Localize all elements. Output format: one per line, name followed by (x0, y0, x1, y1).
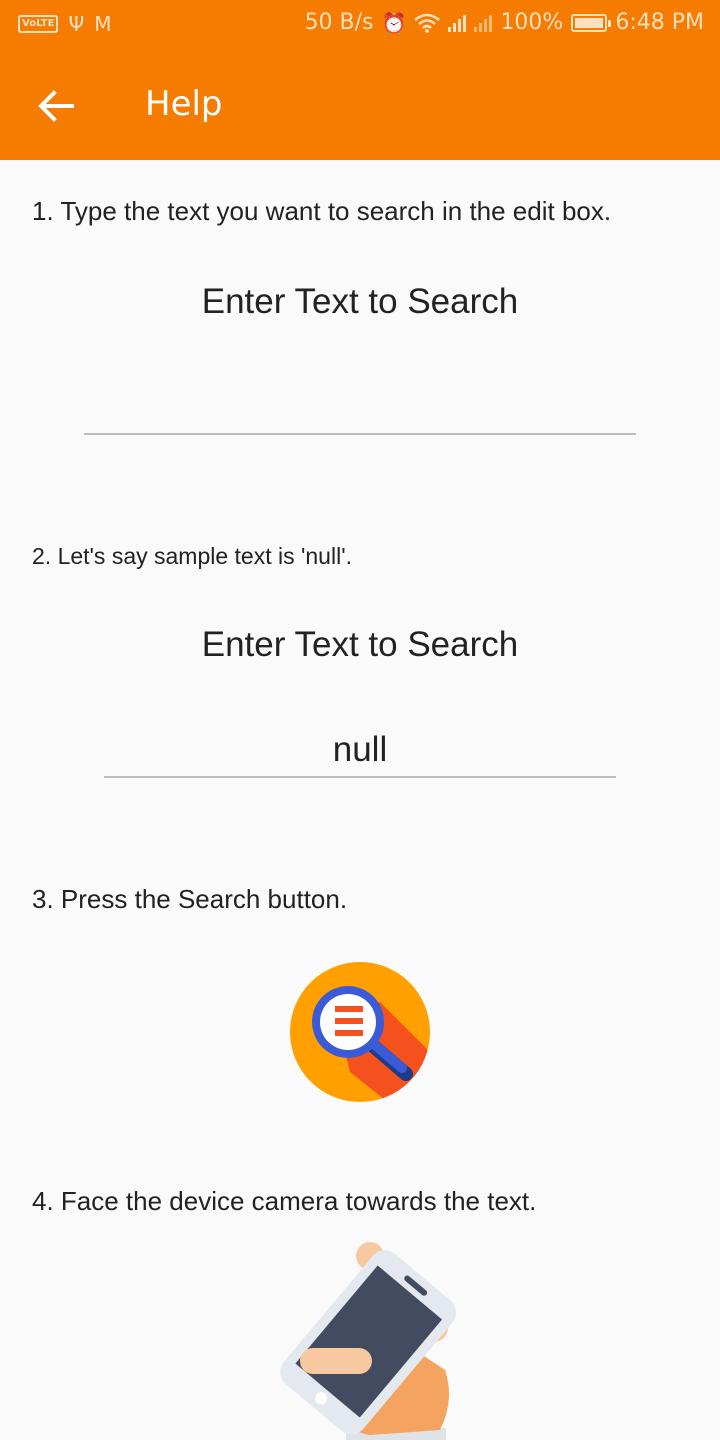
step-2-text: 2. Let's say sample text is 'null'. (32, 543, 352, 569)
demo-2-value: null (332, 730, 388, 769)
status-bar: VoLTE Ψ M 50 B/s ⏰ 100% 6:48 PM (0, 0, 720, 50)
step-3-text: 3. Press the Search button. (32, 884, 348, 914)
demo-1-input-line (84, 433, 636, 435)
back-button[interactable] (30, 80, 82, 132)
wifi-icon (414, 13, 441, 33)
page-title: Help (145, 84, 223, 124)
demo-2-input-line (104, 776, 616, 778)
phone-camera-illustration (280, 1242, 457, 1440)
step-4-text: 4. Face the device camera towards the te… (32, 1186, 537, 1216)
clock: 6:48 PM (615, 10, 704, 35)
signal-2-icon (474, 14, 493, 32)
step-1-text: 1. Type the text you want to search in t… (32, 196, 612, 226)
signal-icon (448, 14, 467, 32)
battery-icon (571, 13, 612, 32)
app-bar: Help (0, 50, 720, 160)
battery-percent: 100% (500, 10, 564, 35)
search-button-icon (290, 962, 430, 1102)
demo-1-label: Enter Text to Search (201, 282, 519, 321)
status-left-icons: VoLTE Ψ M (18, 12, 111, 36)
gmail-icon: M (94, 12, 112, 36)
status-right-icons: 50 B/s ⏰ 100% 6:48 PM (305, 10, 704, 35)
alarm-icon: ⏰ (381, 10, 407, 35)
usb-icon: Ψ (68, 12, 85, 36)
arrow-back-icon (38, 90, 74, 122)
volte-icon: VoLTE (18, 15, 59, 33)
demo-2-label: Enter Text to Search (201, 625, 519, 664)
network-speed: 50 B/s (304, 10, 374, 35)
